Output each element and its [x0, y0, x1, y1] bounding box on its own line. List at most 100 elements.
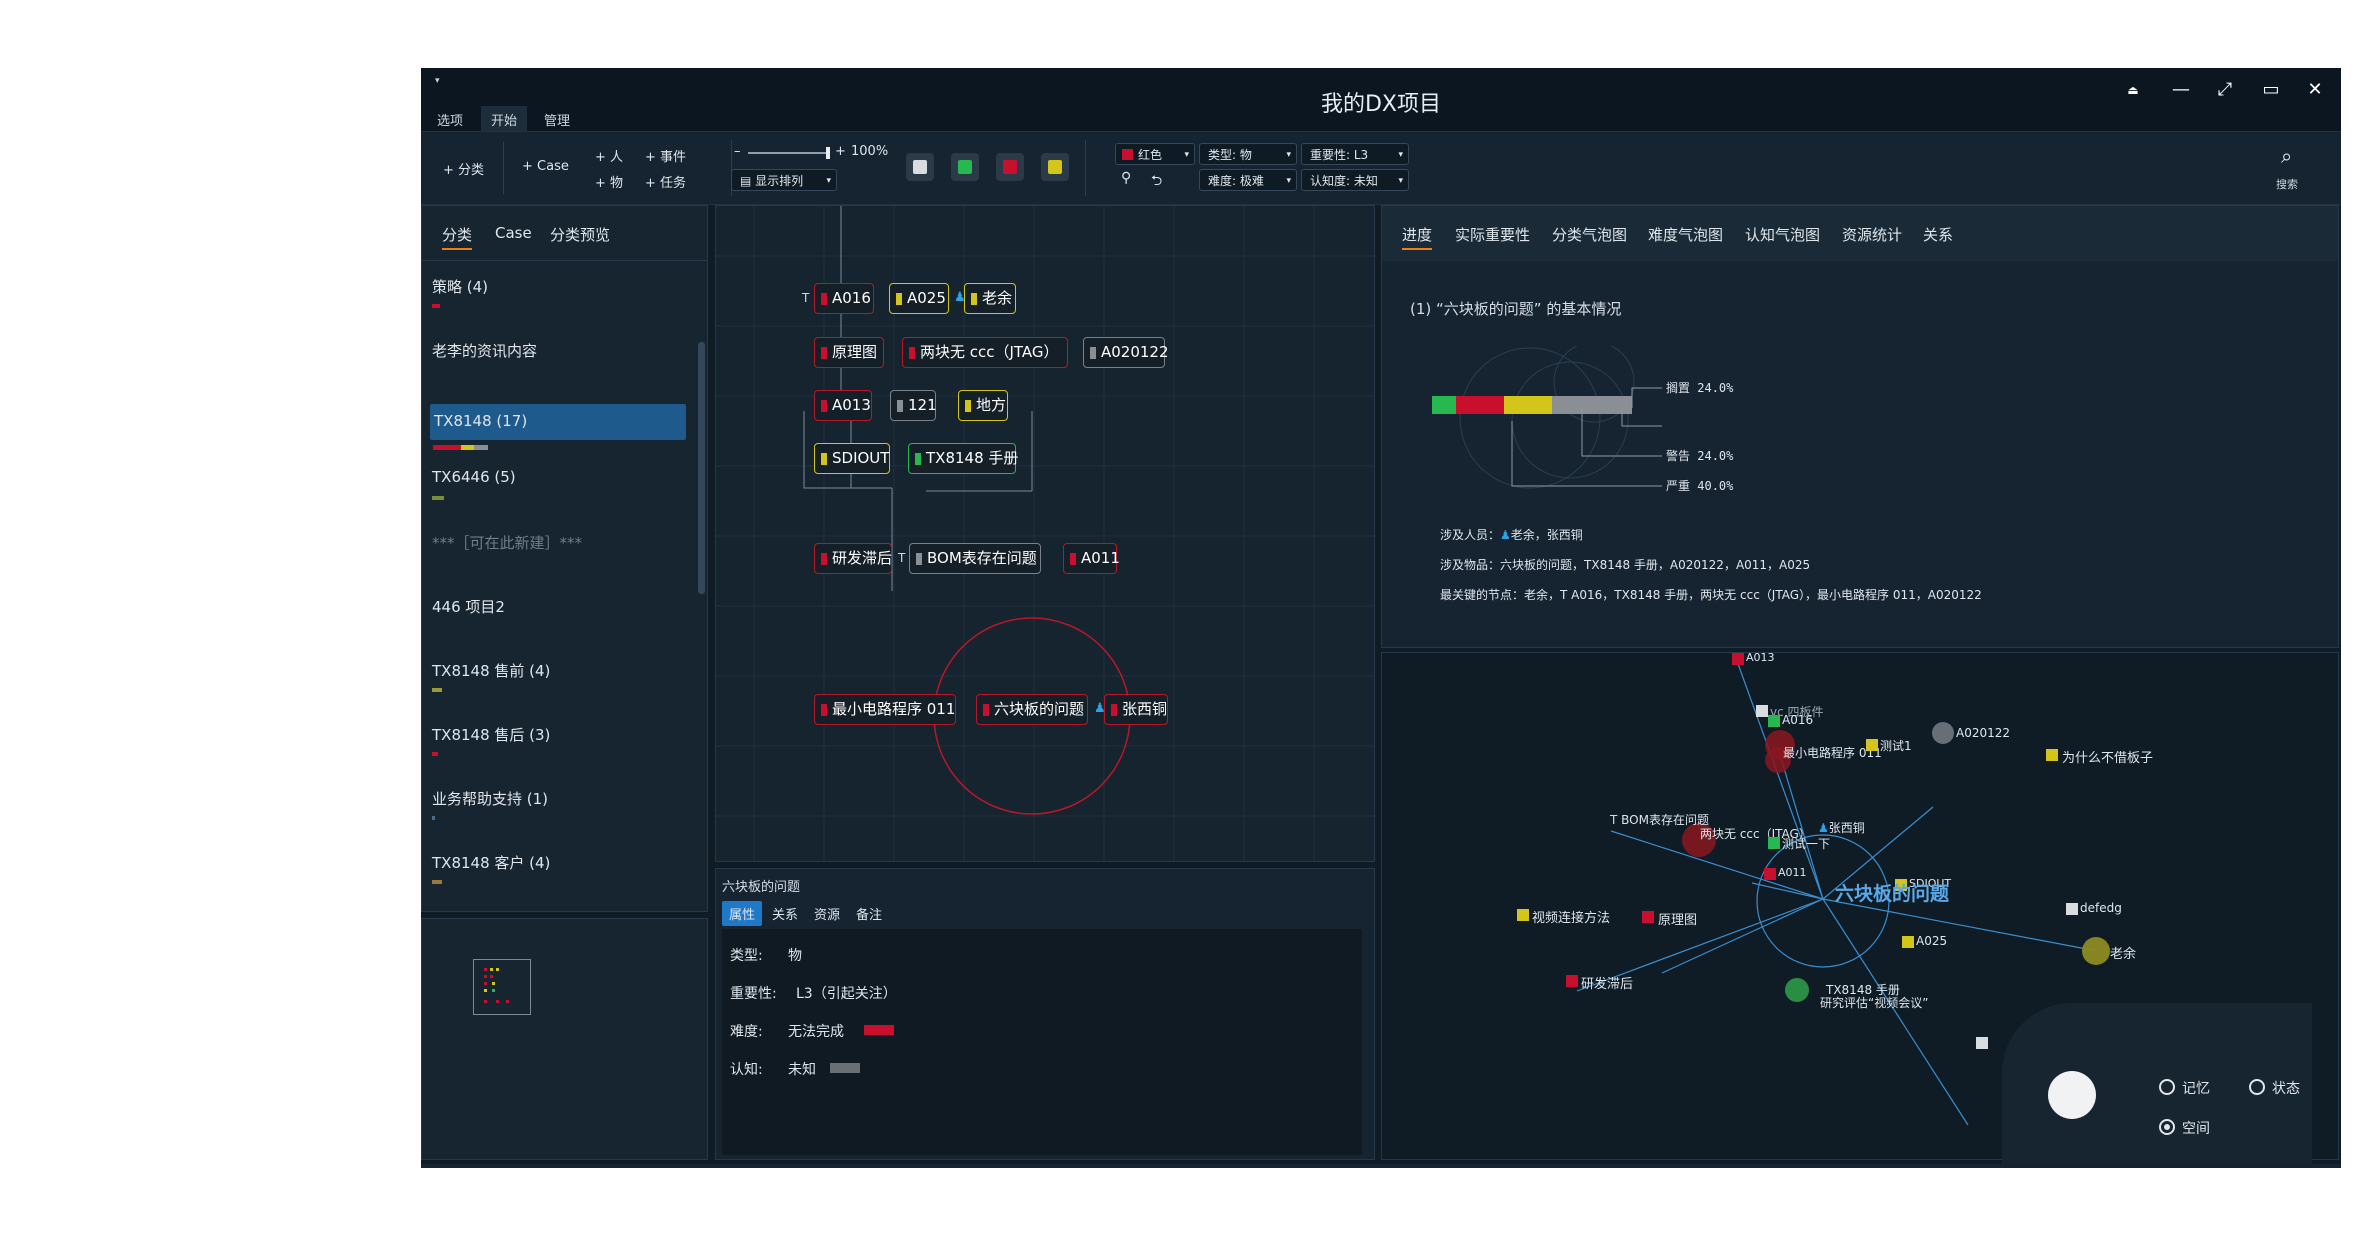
add-case-button[interactable]: + Case	[522, 159, 569, 174]
memory-radio-label[interactable]: 记忆	[2182, 1078, 2210, 1098]
search-icon[interactable]: ⌕	[2281, 144, 2292, 168]
network-label[interactable]: A011	[1778, 866, 1807, 879]
network-label[interactable]: T BOM表存在问题	[1610, 811, 1709, 828]
tab-resource-stats[interactable]: 资源统计	[1842, 224, 1902, 245]
maximize-icon[interactable]: ▭	[2253, 72, 2289, 108]
category-item[interactable]: 策略 (4)	[432, 276, 688, 308]
add-person-button[interactable]: + 人	[595, 146, 623, 165]
category-item[interactable]: TX8148 客户 (4)	[432, 852, 688, 884]
space-radio-label[interactable]: 空间	[2182, 1118, 2210, 1138]
tab-actual-importance[interactable]: 实际重要性	[1455, 224, 1530, 245]
graph-node[interactable]: A016	[814, 283, 874, 314]
cognition-dropdown[interactable]: 认知度: 未知 ▾	[1301, 169, 1409, 191]
display-sort-dropdown[interactable]: ▤ 显示排列 ▾	[731, 169, 837, 191]
network-label[interactable]: 研发滞后	[1581, 973, 1633, 992]
category-item[interactable]: 446 项目2	[432, 596, 688, 617]
category-item[interactable]: 业务帮助支持 (1)	[432, 788, 688, 820]
graph-node[interactable]: A020122	[1083, 337, 1169, 368]
network-label[interactable]: 原理图	[1658, 909, 1697, 928]
close-icon[interactable]: ✕	[2297, 72, 2333, 108]
network-label[interactable]: ♟张西铜	[1818, 819, 1865, 836]
network-label[interactable]: A025	[1916, 934, 1947, 948]
zoom-out-button[interactable]: –	[734, 144, 741, 159]
graph-node[interactable]: A013	[814, 390, 872, 421]
tab-category-bubble[interactable]: 分类气泡图	[1552, 224, 1627, 245]
graph-node[interactable]: 最小电路程序 011	[814, 694, 956, 725]
category-item[interactable]: 老李的资讯内容	[432, 340, 688, 361]
category-item[interactable]: TX8148 售后 (3)	[432, 724, 688, 756]
category-item[interactable]: TX6446 (5)	[432, 468, 688, 500]
pin-node-icon[interactable]: ⚲	[1121, 170, 1131, 186]
graph-node[interactable]: 研发滞后	[814, 543, 892, 574]
graph-node[interactable]: A025	[889, 283, 949, 314]
network-view[interactable]: A013 vc 四板件 A016 最小电路程序 011 测试1 A020122 …	[1381, 651, 2339, 1168]
tab-case[interactable]: Case	[495, 224, 532, 242]
minimap-viewport[interactable]	[473, 959, 531, 1015]
network-label[interactable]: A020122	[1956, 726, 2010, 740]
difficulty-dropdown[interactable]: 难度: 极难 ▾	[1199, 169, 1297, 191]
memory-radio[interactable]	[2159, 1079, 2175, 1095]
graph-node[interactable]: SDIOUT	[814, 443, 890, 474]
scrollbar[interactable]	[698, 342, 705, 594]
importance-dropdown[interactable]: 重要性: L3 ▾	[1301, 143, 1409, 165]
network-label[interactable]: A013	[1746, 651, 1775, 664]
tab-category[interactable]: 分类	[442, 224, 473, 250]
zoom-slider[interactable]	[748, 147, 830, 159]
graph-canvas[interactable]: T A016 A025 ♟ 老余 原理图 两块无 ccc（JTAG） A0201…	[715, 205, 1375, 862]
focus-node-label[interactable]: 六块板的问题	[1835, 879, 1949, 906]
graph-node[interactable]: 121	[890, 390, 937, 421]
space-radio-selected[interactable]	[2159, 1119, 2175, 1135]
tab-resources[interactable]: 资源	[807, 901, 847, 926]
state-radio-label[interactable]: 状态	[2272, 1078, 2300, 1098]
graph-node-selected[interactable]: 六块板的问题	[976, 694, 1088, 725]
network-label[interactable]: 测试一下	[1782, 835, 1830, 852]
graph-node[interactable]: 地方	[958, 390, 1008, 421]
graph-node[interactable]: BOM表存在问题	[909, 543, 1041, 574]
add-task-button[interactable]: + 任务	[645, 172, 686, 191]
category-item[interactable]: TX8148 售前 (4)	[432, 660, 688, 692]
network-label[interactable]: 视频连接方法	[1532, 907, 1610, 926]
network-label[interactable]: 老余	[2110, 943, 2136, 962]
tab-difficulty-bubble[interactable]: 难度气泡图	[1648, 224, 1723, 245]
tab-relations[interactable]: 关系	[765, 901, 805, 926]
graph-node[interactable]: 张西铜	[1104, 694, 1168, 725]
graph-node[interactable]: 两块无 ccc（JTAG）	[902, 337, 1068, 368]
menu-tab-options[interactable]: 选项	[427, 106, 473, 133]
link-icon[interactable]: ⮌	[1151, 170, 1162, 194]
color-dropdown[interactable]: 红色 ▾	[1115, 143, 1195, 165]
category-item-selected[interactable]: TX8148 (17)	[430, 404, 686, 440]
tab-properties[interactable]: 属性	[722, 901, 763, 926]
zoom-slider-thumb[interactable]	[826, 147, 830, 159]
network-label[interactable]: A016	[1782, 713, 1813, 727]
color-swatch-green[interactable]	[951, 153, 979, 181]
pin-icon[interactable]: ⏏	[2115, 72, 2151, 108]
menu-tab-manage[interactable]: 管理	[534, 106, 580, 133]
tab-relations[interactable]: 关系	[1923, 224, 1953, 245]
tab-category-preview[interactable]: 分类预览	[550, 224, 610, 245]
network-label[interactable]: 研究评估“视频会议”	[1820, 994, 1928, 1011]
add-category-button[interactable]: + 分类	[443, 159, 484, 178]
minimize-icon[interactable]: —	[2163, 72, 2199, 108]
graph-node[interactable]: 原理图	[814, 337, 884, 368]
category-item-new[interactable]: ***［可在此新建］***	[432, 532, 688, 553]
network-label[interactable]: 为什么不借板子	[2062, 747, 2153, 766]
tab-cognition-bubble[interactable]: 认知气泡图	[1745, 224, 1820, 245]
network-label[interactable]: 测试1	[1880, 737, 1912, 754]
fullscreen-icon[interactable]: ⤢	[2207, 72, 2243, 108]
graph-node[interactable]: TX8148 手册	[908, 443, 1018, 474]
navigation-joystick[interactable]	[2048, 1071, 2096, 1119]
color-swatch-yellow[interactable]	[1041, 153, 1069, 181]
type-dropdown[interactable]: 类型: 物 ▾	[1199, 143, 1297, 165]
tab-progress[interactable]: 进度	[1402, 224, 1433, 250]
state-radio[interactable]	[2249, 1079, 2265, 1095]
menu-tab-start[interactable]: 开始	[481, 106, 528, 133]
add-object-button[interactable]: + 物	[595, 172, 623, 191]
add-event-button[interactable]: + 事件	[645, 146, 686, 165]
graph-node[interactable]: 老余	[964, 283, 1016, 314]
zoom-in-button[interactable]: +	[835, 144, 846, 159]
tab-notes[interactable]: 备注	[849, 901, 889, 926]
network-label[interactable]: defedg	[2080, 901, 2122, 915]
search-label[interactable]: 搜索	[2276, 176, 2298, 192]
color-swatch-gray[interactable]	[906, 153, 934, 181]
color-swatch-red[interactable]	[996, 153, 1024, 181]
